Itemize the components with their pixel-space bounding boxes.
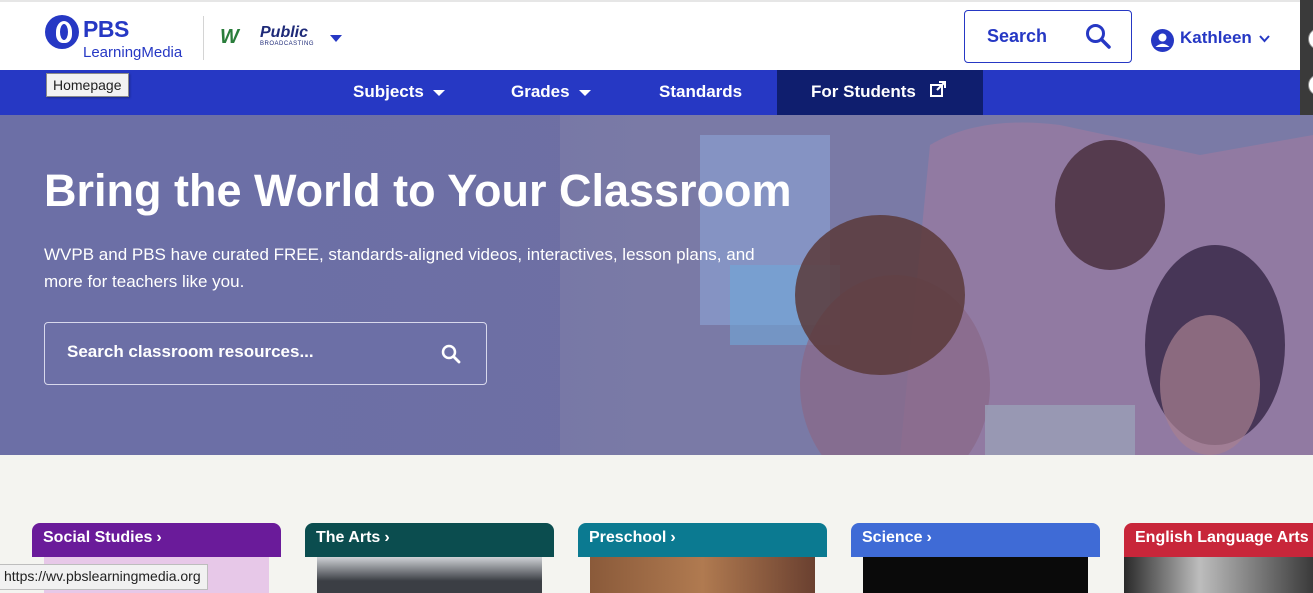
pbs-head-icon [45,15,79,49]
side-panel-button-icon[interactable] [1308,74,1313,96]
nav-grades[interactable]: Grades [511,70,591,115]
card-label: English Language Arts [1135,529,1309,546]
subject-card-the-arts[interactable]: The Arts› [305,523,554,593]
nav-standards-label: Standards [659,82,742,101]
card-header: The Arts› [305,523,554,557]
card-title: Science› [862,529,932,547]
card-header: Preschool› [578,523,827,557]
card-title: Preschool› [589,529,676,547]
chevron-right-icon: › [156,529,161,546]
nav-subjects[interactable]: Subjects [353,70,445,115]
caret-down-icon [330,35,342,42]
chevron-right-icon: › [926,529,931,546]
subject-card-science[interactable]: Science› [851,523,1100,593]
card-header: Social Studies› [32,523,281,557]
hero-banner: Bring the World to Your Classroom WVPB a… [0,115,1313,455]
header-search-button[interactable]: Search [964,10,1132,63]
search-icon [1085,23,1111,49]
logo-product: LearningMedia [83,44,182,61]
chevron-right-icon: › [384,529,389,546]
station-name: Public [260,24,308,42]
nav-for-students-label: For Students [811,82,916,101]
classroom-search-input[interactable]: Search classroom resources... [44,322,487,385]
side-panel-button-icon[interactable] [1308,28,1313,50]
nav-grades-label: Grades [511,82,570,101]
search-button-label: Search [987,26,1047,47]
card-label: Science [862,529,922,546]
card-header: English Language Arts› [1124,523,1313,557]
homepage-tooltip: Homepage [46,73,129,97]
hero-subtitle: WVPB and PBS have curated FREE, standard… [44,241,764,295]
search-icon[interactable] [441,344,461,364]
nav-standards[interactable]: Standards [659,70,742,115]
pbs-learningmedia-logo[interactable]: PBS LearningMedia [45,15,195,65]
card-title: English Language Arts› [1135,529,1313,547]
card-label: Social Studies [43,529,152,546]
caret-down-icon [579,90,591,96]
main-nav: Subjects Grades Standards For Students [0,70,1300,115]
card-label: Preschool [589,529,666,546]
user-account-icon [1151,29,1174,52]
nav-for-students[interactable]: For Students [777,70,983,115]
station-logo-mark: W [220,26,235,49]
external-link-icon [929,80,947,98]
chevron-down-icon [1258,32,1271,45]
user-name: Kathleen [1180,28,1252,48]
card-header: Science› [851,523,1100,557]
search-placeholder: Search classroom resources... [67,342,314,362]
card-label: The Arts [316,529,380,546]
station-subname: BROADCASTING [260,41,314,47]
card-title: Social Studies› [43,529,162,547]
nav-subjects-label: Subjects [353,82,424,101]
site-header: PBS LearningMedia W Public BROADCASTING … [0,0,1313,70]
browser-status-bar: https://wv.pbslearningmedia.org [0,564,208,590]
header-divider [203,16,204,60]
subject-card-english-language-arts[interactable]: English Language Arts› [1124,523,1313,593]
station-switcher[interactable]: W Public BROADCASTING [220,24,350,52]
card-title: The Arts› [316,529,390,547]
logo-brand: PBS [83,16,129,43]
caret-down-icon [433,90,445,96]
chevron-right-icon: › [670,529,675,546]
browser-side-panel [1300,0,1313,120]
subject-card-preschool[interactable]: Preschool› [578,523,827,593]
hero-title: Bring the World to Your Classroom [44,165,792,217]
